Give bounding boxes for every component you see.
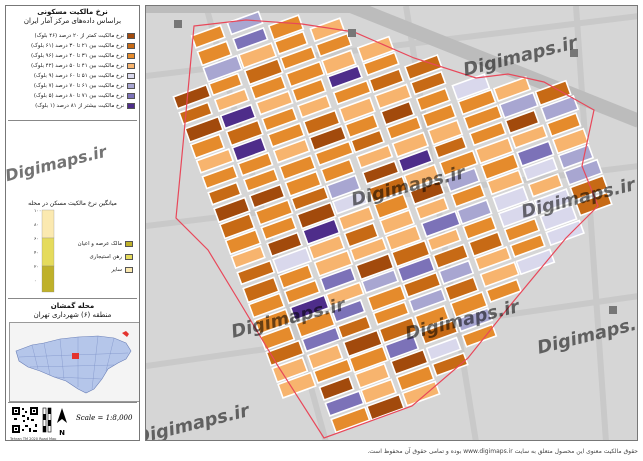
north-arrow-icon xyxy=(57,408,67,423)
chart-legend-label: سایر xyxy=(111,267,122,273)
chart-tick-label: ۶۰ xyxy=(34,237,39,242)
inset-locator-map xyxy=(9,322,139,402)
legend-item: نرخ مالکیت بین ۲۱ تا ۳۰ درصد (۶۱ بلوک) xyxy=(31,42,135,50)
legend-title: نرخ مالکیت مسکونی xyxy=(37,8,108,16)
legend-item: نرخ مالکیت بین ۷۱ تا ۸۰ درصد (۵ بلوک) xyxy=(34,92,135,100)
legend-item: نرخ مالکیت کمتر از ۲۰ درصد (۴۶ بلوک) xyxy=(34,32,135,40)
chart-legend-swatch xyxy=(125,254,133,260)
legend-swatch xyxy=(127,43,135,49)
north-arrow: N xyxy=(55,407,69,437)
legend-item: نرخ مالکیت بین ۶۱ تا ۷۰ درصد (۷ بلوک) xyxy=(34,82,135,90)
legend-item: نرخ مالکیت بین ۴۱ تا ۵۰ درصد (۴۲ بلوک) xyxy=(31,62,135,70)
chart-legend-label: رهن استیجاری xyxy=(89,254,122,260)
legend-item-label: نرخ مالکیت بین ۷۱ تا ۸۰ درصد (۵ بلوک) xyxy=(33,93,124,99)
chart-bar-segment xyxy=(41,237,55,267)
legend-item: نرخ مالکیت بین ۵۱ تا ۶۰ درصد (۹ بلوک) xyxy=(34,72,135,80)
sidebar-credit: Tehran TM 2020 Road Map xyxy=(10,437,57,441)
legend-panel: نرخ مالکیت مسکونی براساس داده‌های مرکز آ… xyxy=(5,5,140,441)
map-canvas xyxy=(146,6,637,440)
qr-code xyxy=(11,406,39,434)
legend-swatch xyxy=(127,53,135,59)
legend-item-label: نرخ مالکیت بین ۲۱ تا ۳۰ درصد (۶۱ بلوک) xyxy=(30,43,124,49)
chart-tick-label: ۲۰ xyxy=(34,265,39,270)
legend-item-label: نرخ مالکیت بین ۴۱ تا ۵۰ درصد (۴۲ بلوک) xyxy=(30,63,124,69)
poi-icon xyxy=(348,29,356,37)
legend-swatch xyxy=(127,93,135,99)
district-name: منطقه (۶) شهرداری تهران xyxy=(33,311,112,319)
legend-swatch xyxy=(127,73,135,79)
chart-tick-label: ۱۰۰ xyxy=(34,209,41,214)
chart-bar-segment xyxy=(41,209,55,239)
chart-legend-item: رهن استیجاری xyxy=(61,253,133,261)
legend-item: نرخ مالکیت بیشتر از ۸۱ درصد (۱ بلوک) xyxy=(35,102,135,110)
copyright-footer: حقوق مالکیت معنوی این محصول متعلق به سای… xyxy=(367,448,638,455)
legend-swatch xyxy=(127,103,135,109)
chart-bar-segment xyxy=(41,265,55,293)
chart-tick-label: ۰ xyxy=(34,279,36,284)
chart-legend-item: مالک عرصه و اعیان xyxy=(61,240,133,248)
legend-swatch xyxy=(127,63,135,69)
legend-item: نرخ مالکیت بین ۳۱ تا ۴۰ درصد (۹۶ بلوک) xyxy=(31,52,135,60)
poi-icon xyxy=(174,20,182,28)
chart-legend-swatch xyxy=(125,267,133,273)
divider xyxy=(8,120,137,121)
chart-tick-label: ۸۰ xyxy=(34,223,39,228)
divider xyxy=(8,298,137,299)
chart-legend: مالک عرصه و اعیان رهن استیجاری سایر xyxy=(61,240,133,274)
legend-swatch xyxy=(127,33,135,39)
poi-icon xyxy=(609,306,617,314)
legend-item-label: نرخ مالکیت بین ۳۱ تا ۴۰ درصد (۹۶ بلوک) xyxy=(30,53,124,59)
scale-text: Scale = 1:8,000 xyxy=(76,414,133,422)
legend-item-label: نرخ مالکیت بین ۵۱ تا ۶۰ درصد (۹ بلوک) xyxy=(33,73,124,79)
north-label: N xyxy=(59,429,65,437)
legend-subtitle: براساس داده‌های مرکز آمار ایران xyxy=(23,17,122,25)
chart-tick-label: ۴۰ xyxy=(34,251,39,256)
legend-item-label: نرخ مالکیت بیشتر از ۸۱ درصد (۱ بلوک) xyxy=(35,103,124,109)
chart-legend-swatch xyxy=(125,241,133,247)
chart-legend-label: مالک عرصه و اعیان xyxy=(77,241,122,247)
chart-title: میانگین نرخ مالکیت مسکن در محله xyxy=(28,200,117,207)
legend-item-label: نرخ مالکیت کمتر از ۲۰ درصد (۴۶ بلوک) xyxy=(34,33,124,39)
legend-item-label: نرخ مالکیت بین ۶۱ تا ۷۰ درصد (۷ بلوک) xyxy=(33,83,124,89)
legend-swatch xyxy=(127,83,135,89)
chart-legend-item: سایر xyxy=(61,266,133,274)
neighborhood-name: محله گمشان xyxy=(50,302,95,310)
divider xyxy=(8,402,137,403)
scale-bar xyxy=(42,407,52,433)
map-frame: Digimaps.ir Digimaps.ir Digimaps.ir Digi… xyxy=(145,5,638,441)
